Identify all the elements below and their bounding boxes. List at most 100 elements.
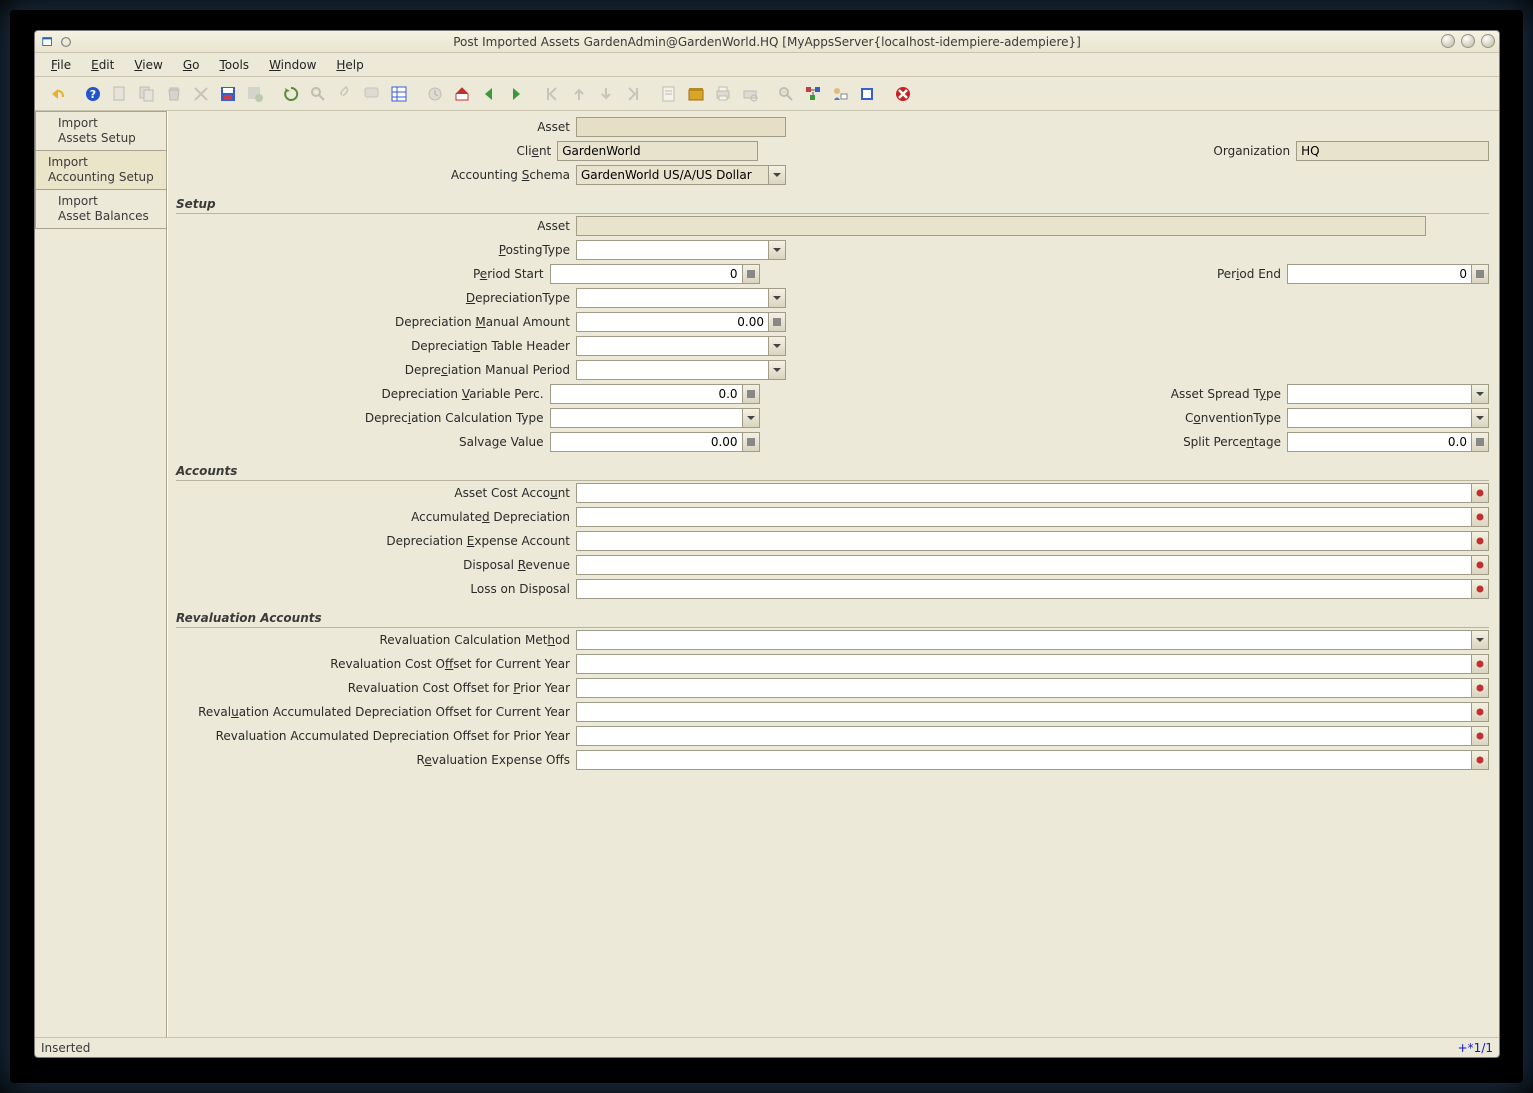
split-field[interactable]: [1287, 432, 1471, 452]
delete-selection-icon[interactable]: [189, 82, 213, 106]
spread-field[interactable]: [1287, 384, 1471, 404]
reval-cost-prior-field[interactable]: [576, 678, 1471, 698]
reval-acc-cur-field[interactable]: [576, 702, 1471, 722]
tab-import-accounting-setup[interactable]: Import Accounting Setup: [35, 150, 166, 190]
dep-man-amt-field[interactable]: [576, 312, 768, 332]
home-icon[interactable]: [450, 82, 474, 106]
asset2-field[interactable]: [576, 216, 1426, 236]
asset-field[interactable]: [576, 117, 786, 137]
save-new-icon[interactable]: [243, 82, 267, 106]
period-end-field[interactable]: [1287, 264, 1471, 284]
maximize-button[interactable]: [1461, 34, 1475, 48]
acct-schema-field[interactable]: [576, 165, 768, 185]
end-icon[interactable]: [891, 82, 915, 106]
cost-acct-btn[interactable]: [1471, 483, 1489, 503]
conv-dropdown[interactable]: [1471, 408, 1489, 428]
menu-tools[interactable]: Tools: [211, 56, 257, 74]
acc-dep-field[interactable]: [576, 507, 1471, 527]
organization-field[interactable]: [1296, 141, 1489, 161]
reval-acc-cur-btn[interactable]: [1471, 702, 1489, 722]
save-icon[interactable]: [216, 82, 240, 106]
dep-exp-field[interactable]: [576, 531, 1471, 551]
tab-import-asset-balances[interactable]: Import Asset Balances: [35, 189, 166, 229]
period-start-field[interactable]: [550, 264, 742, 284]
dep-calc-field[interactable]: [550, 408, 742, 428]
menu-help[interactable]: Help: [328, 56, 371, 74]
dep-calc-dropdown[interactable]: [742, 408, 760, 428]
archive-icon[interactable]: [684, 82, 708, 106]
find-icon[interactable]: [306, 82, 330, 106]
reval-exp-btn[interactable]: [1471, 750, 1489, 770]
reval-cost-prior-btn[interactable]: [1471, 678, 1489, 698]
menu-file[interactable]: File: [43, 56, 79, 74]
acc-dep-btn[interactable]: [1471, 507, 1489, 527]
grid-toggle-icon[interactable]: [387, 82, 411, 106]
period-end-btn[interactable]: [1471, 264, 1489, 284]
last-icon[interactable]: [621, 82, 645, 106]
reval-calc-field[interactable]: [576, 630, 1471, 650]
report-icon[interactable]: [657, 82, 681, 106]
print-preview-icon[interactable]: [738, 82, 762, 106]
menu-view[interactable]: View: [126, 56, 170, 74]
back-icon[interactable]: [477, 82, 501, 106]
dep-man-amt-btn[interactable]: [768, 312, 786, 332]
undo-icon[interactable]: [45, 82, 69, 106]
reval-exp-field[interactable]: [576, 750, 1471, 770]
reval-acc-prior-btn[interactable]: [1471, 726, 1489, 746]
print-icon[interactable]: [711, 82, 735, 106]
dep-type-dropdown[interactable]: [768, 288, 786, 308]
product-info-icon[interactable]: [855, 82, 879, 106]
loss-disp-field[interactable]: [576, 579, 1471, 599]
close-button[interactable]: [1481, 34, 1495, 48]
request-icon[interactable]: [828, 82, 852, 106]
dep-man-per-field[interactable]: [576, 360, 768, 380]
next-icon[interactable]: [594, 82, 618, 106]
conv-field[interactable]: [1287, 408, 1471, 428]
loss-disp-btn[interactable]: [1471, 579, 1489, 599]
tab-import-assets-setup[interactable]: Import Assets Setup: [35, 111, 166, 151]
split-btn[interactable]: [1471, 432, 1489, 452]
acct-schema-dropdown[interactable]: [768, 165, 786, 185]
copy-icon[interactable]: [135, 82, 159, 106]
menu-window[interactable]: Window: [261, 56, 324, 74]
zoom-across-icon[interactable]: [774, 82, 798, 106]
posting-field[interactable]: [576, 240, 768, 260]
client-field[interactable]: [557, 141, 757, 161]
minimize-button[interactable]: [1441, 34, 1455, 48]
forward-icon[interactable]: [504, 82, 528, 106]
label-posting: PostingType: [176, 243, 576, 257]
window-menu-icon[interactable]: [41, 35, 55, 49]
disp-rev-field[interactable]: [576, 555, 1471, 575]
cost-acct-field[interactable]: [576, 483, 1471, 503]
first-icon[interactable]: [540, 82, 564, 106]
window-sessions-icon[interactable]: [59, 35, 73, 49]
dep-var-perc-field[interactable]: [550, 384, 742, 404]
dep-exp-btn[interactable]: [1471, 531, 1489, 551]
refresh-icon[interactable]: [279, 82, 303, 106]
reval-acc-prior-field[interactable]: [576, 726, 1471, 746]
delete-icon[interactable]: [162, 82, 186, 106]
reval-calc-dropdown[interactable]: [1471, 630, 1489, 650]
posting-dropdown[interactable]: [768, 240, 786, 260]
menu-edit[interactable]: Edit: [83, 56, 122, 74]
reval-cost-cur-btn[interactable]: [1471, 654, 1489, 674]
period-start-btn[interactable]: [742, 264, 760, 284]
dep-man-per-dropdown[interactable]: [768, 360, 786, 380]
spread-dropdown[interactable]: [1471, 384, 1489, 404]
disp-rev-btn[interactable]: [1471, 555, 1489, 575]
new-icon[interactable]: [108, 82, 132, 106]
chat-icon[interactable]: [360, 82, 384, 106]
salvage-btn[interactable]: [742, 432, 760, 452]
dep-var-perc-btn[interactable]: [742, 384, 760, 404]
workflow-icon[interactable]: [801, 82, 825, 106]
salvage-field[interactable]: [550, 432, 742, 452]
history-icon[interactable]: [423, 82, 447, 106]
attachment-icon[interactable]: [333, 82, 357, 106]
dep-type-field[interactable]: [576, 288, 768, 308]
help-icon[interactable]: ?: [81, 82, 105, 106]
prev-icon[interactable]: [567, 82, 591, 106]
dep-tbl-hdr-dropdown[interactable]: [768, 336, 786, 356]
dep-tbl-hdr-field[interactable]: [576, 336, 768, 356]
menu-go[interactable]: Go: [175, 56, 208, 74]
reval-cost-cur-field[interactable]: [576, 654, 1471, 674]
